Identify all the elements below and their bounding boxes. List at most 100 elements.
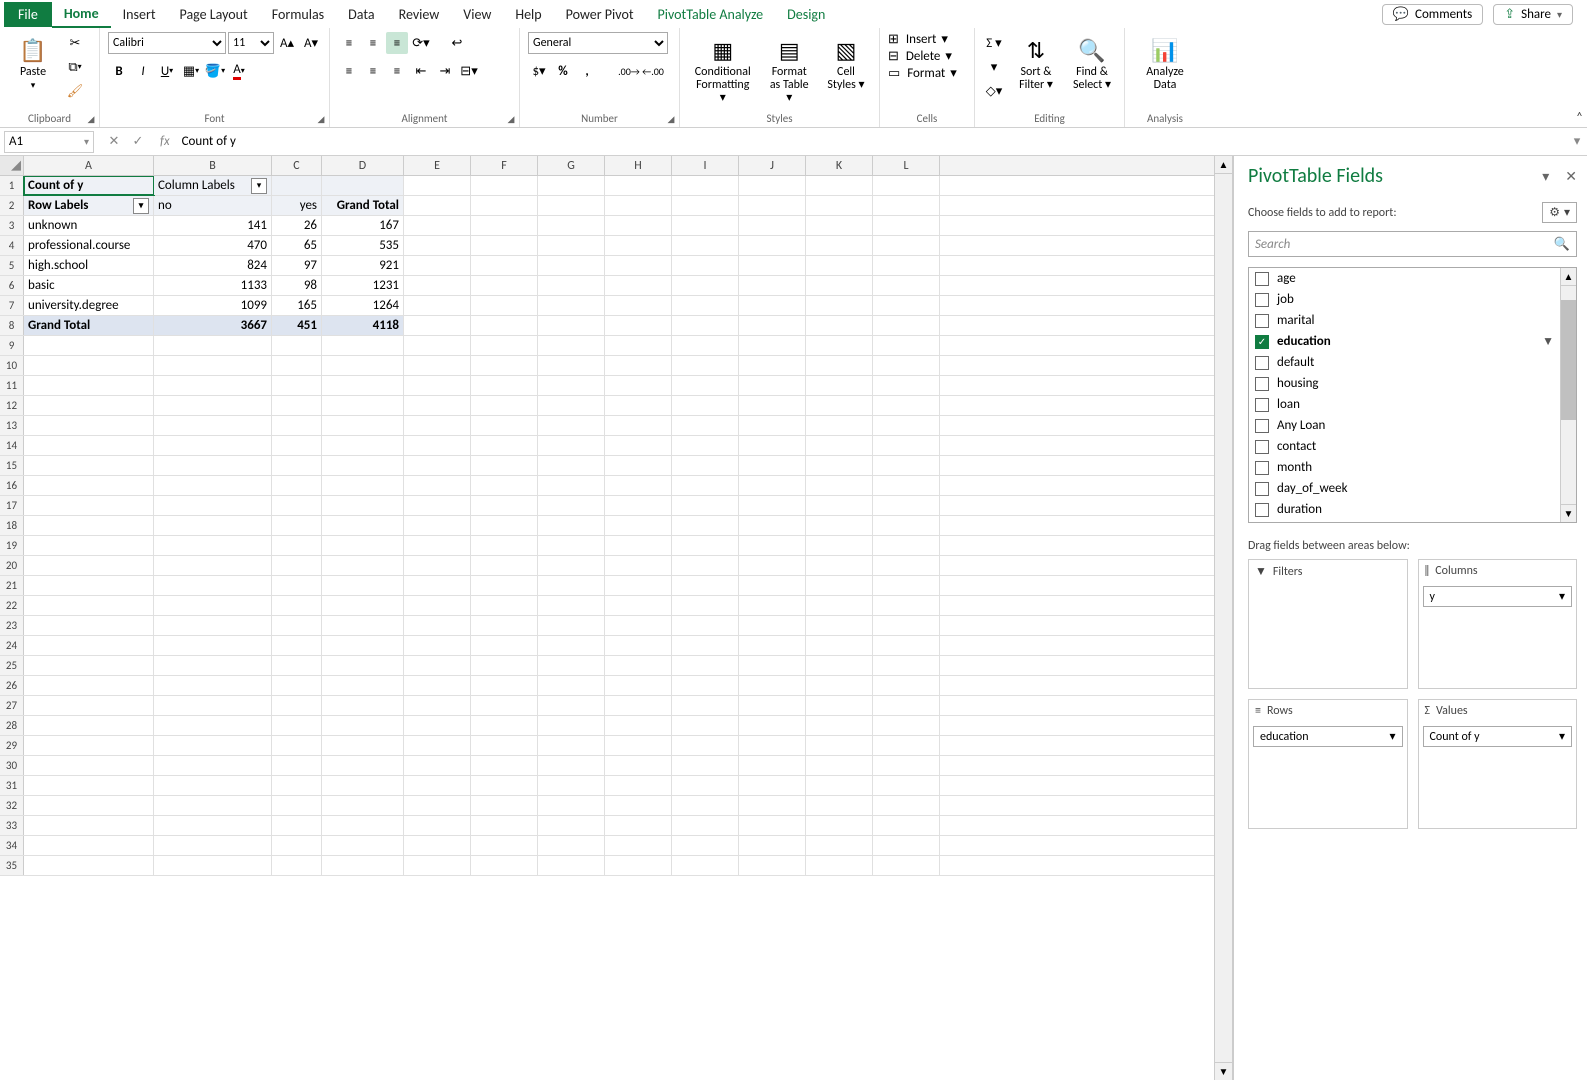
row-header-14[interactable]: 14 bbox=[0, 436, 24, 455]
cell-D25[interactable] bbox=[322, 656, 404, 675]
cell-styles-button[interactable]: ▧ Cell Styles ▾ bbox=[821, 32, 871, 94]
cell-F12[interactable] bbox=[471, 396, 538, 415]
cell-I22[interactable] bbox=[672, 596, 739, 615]
row-header-19[interactable]: 19 bbox=[0, 536, 24, 555]
field-item-loan[interactable]: loan bbox=[1249, 394, 1560, 415]
cell-H7[interactable] bbox=[605, 296, 672, 315]
cell-C26[interactable] bbox=[272, 676, 322, 695]
cell-C14[interactable] bbox=[272, 436, 322, 455]
column-header-I[interactable]: I bbox=[672, 156, 739, 175]
cell-J5[interactable] bbox=[739, 256, 806, 275]
cell-L29[interactable] bbox=[873, 736, 940, 755]
cell-B4[interactable]: 470 bbox=[154, 236, 272, 255]
cell-J18[interactable] bbox=[739, 516, 806, 535]
cell-J32[interactable] bbox=[739, 796, 806, 815]
fill-button[interactable]: ▾ bbox=[983, 56, 1005, 78]
cell-I26[interactable] bbox=[672, 676, 739, 695]
cell-K9[interactable] bbox=[806, 336, 873, 355]
cell-J10[interactable] bbox=[739, 356, 806, 375]
cell-J28[interactable] bbox=[739, 716, 806, 735]
name-box[interactable]: A1▾ bbox=[4, 131, 94, 153]
cell-F29[interactable] bbox=[471, 736, 538, 755]
field-item-duration[interactable]: duration bbox=[1249, 499, 1560, 520]
cell-K34[interactable] bbox=[806, 836, 873, 855]
row-header-20[interactable]: 20 bbox=[0, 556, 24, 575]
cell-A27[interactable] bbox=[24, 696, 154, 715]
row-header-15[interactable]: 15 bbox=[0, 456, 24, 475]
cell-E28[interactable] bbox=[404, 716, 471, 735]
cell-H32[interactable] bbox=[605, 796, 672, 815]
row-header-34[interactable]: 34 bbox=[0, 836, 24, 855]
cell-L24[interactable] bbox=[873, 636, 940, 655]
cell-D18[interactable] bbox=[322, 516, 404, 535]
tab-file[interactable]: File bbox=[4, 2, 52, 27]
cell-F6[interactable] bbox=[471, 276, 538, 295]
cell-J24[interactable] bbox=[739, 636, 806, 655]
field-chip-count-of-y[interactable]: Count of y▾ bbox=[1423, 726, 1573, 747]
bold-button[interactable]: B bbox=[108, 60, 130, 82]
cell-E17[interactable] bbox=[404, 496, 471, 515]
cell-C9[interactable] bbox=[272, 336, 322, 355]
clear-button[interactable]: ◇▾ bbox=[983, 80, 1005, 102]
cell-C23[interactable] bbox=[272, 616, 322, 635]
column-header-F[interactable]: F bbox=[471, 156, 538, 175]
cell-H21[interactable] bbox=[605, 576, 672, 595]
field-chip-education[interactable]: education▾ bbox=[1253, 726, 1403, 747]
cell-I4[interactable] bbox=[672, 236, 739, 255]
cell-C21[interactable] bbox=[272, 576, 322, 595]
row-header-26[interactable]: 26 bbox=[0, 676, 24, 695]
cell-C20[interactable] bbox=[272, 556, 322, 575]
row-header-8[interactable]: 8 bbox=[0, 316, 24, 335]
copy-button[interactable]: ⧉▾ bbox=[64, 56, 86, 78]
decrease-indent-button[interactable]: ⇤ bbox=[410, 60, 432, 82]
cell-E9[interactable] bbox=[404, 336, 471, 355]
cell-E32[interactable] bbox=[404, 796, 471, 815]
cell-A18[interactable] bbox=[24, 516, 154, 535]
cell-D10[interactable] bbox=[322, 356, 404, 375]
cell-B3[interactable]: 141 bbox=[154, 216, 272, 235]
cell-F26[interactable] bbox=[471, 676, 538, 695]
cell-G19[interactable] bbox=[538, 536, 605, 555]
cell-B19[interactable] bbox=[154, 536, 272, 555]
cell-I35[interactable] bbox=[672, 856, 739, 875]
cell-B21[interactable] bbox=[154, 576, 272, 595]
select-all-corner[interactable]: ◢ bbox=[0, 156, 24, 175]
cell-K12[interactable] bbox=[806, 396, 873, 415]
row-header-33[interactable]: 33 bbox=[0, 816, 24, 835]
underline-button[interactable]: U▾ bbox=[156, 60, 178, 82]
column-header-L[interactable]: L bbox=[873, 156, 940, 175]
cell-D34[interactable] bbox=[322, 836, 404, 855]
cancel-formula-button[interactable]: ✕ bbox=[104, 134, 124, 149]
cell-L6[interactable] bbox=[873, 276, 940, 295]
cell-L13[interactable] bbox=[873, 416, 940, 435]
cell-H24[interactable] bbox=[605, 636, 672, 655]
cell-B12[interactable] bbox=[154, 396, 272, 415]
cell-F10[interactable] bbox=[471, 356, 538, 375]
cell-C32[interactable] bbox=[272, 796, 322, 815]
align-middle-button[interactable]: ≡ bbox=[362, 32, 384, 54]
cell-K17[interactable] bbox=[806, 496, 873, 515]
cell-A21[interactable] bbox=[24, 576, 154, 595]
cell-C2[interactable]: yes bbox=[272, 196, 322, 215]
cell-B14[interactable] bbox=[154, 436, 272, 455]
cell-G20[interactable] bbox=[538, 556, 605, 575]
cell-D35[interactable] bbox=[322, 856, 404, 875]
cell-I31[interactable] bbox=[672, 776, 739, 795]
cell-D13[interactable] bbox=[322, 416, 404, 435]
columns-area[interactable]: ‖Columns y▾ bbox=[1418, 559, 1578, 689]
cell-G21[interactable] bbox=[538, 576, 605, 595]
field-item-housing[interactable]: housing bbox=[1249, 373, 1560, 394]
number-dialog-launcher[interactable]: ◢ bbox=[665, 113, 677, 125]
cell-C4[interactable]: 65 bbox=[272, 236, 322, 255]
cell-G29[interactable] bbox=[538, 736, 605, 755]
row-header-22[interactable]: 22 bbox=[0, 596, 24, 615]
cell-A34[interactable] bbox=[24, 836, 154, 855]
field-scroll-up[interactable]: ▲ bbox=[1561, 268, 1576, 286]
cell-F13[interactable] bbox=[471, 416, 538, 435]
cell-E4[interactable] bbox=[404, 236, 471, 255]
cell-D2[interactable]: Grand Total bbox=[322, 196, 404, 215]
cell-J13[interactable] bbox=[739, 416, 806, 435]
cell-C12[interactable] bbox=[272, 396, 322, 415]
clipboard-dialog-launcher[interactable]: ◢ bbox=[85, 113, 97, 125]
cell-G16[interactable] bbox=[538, 476, 605, 495]
